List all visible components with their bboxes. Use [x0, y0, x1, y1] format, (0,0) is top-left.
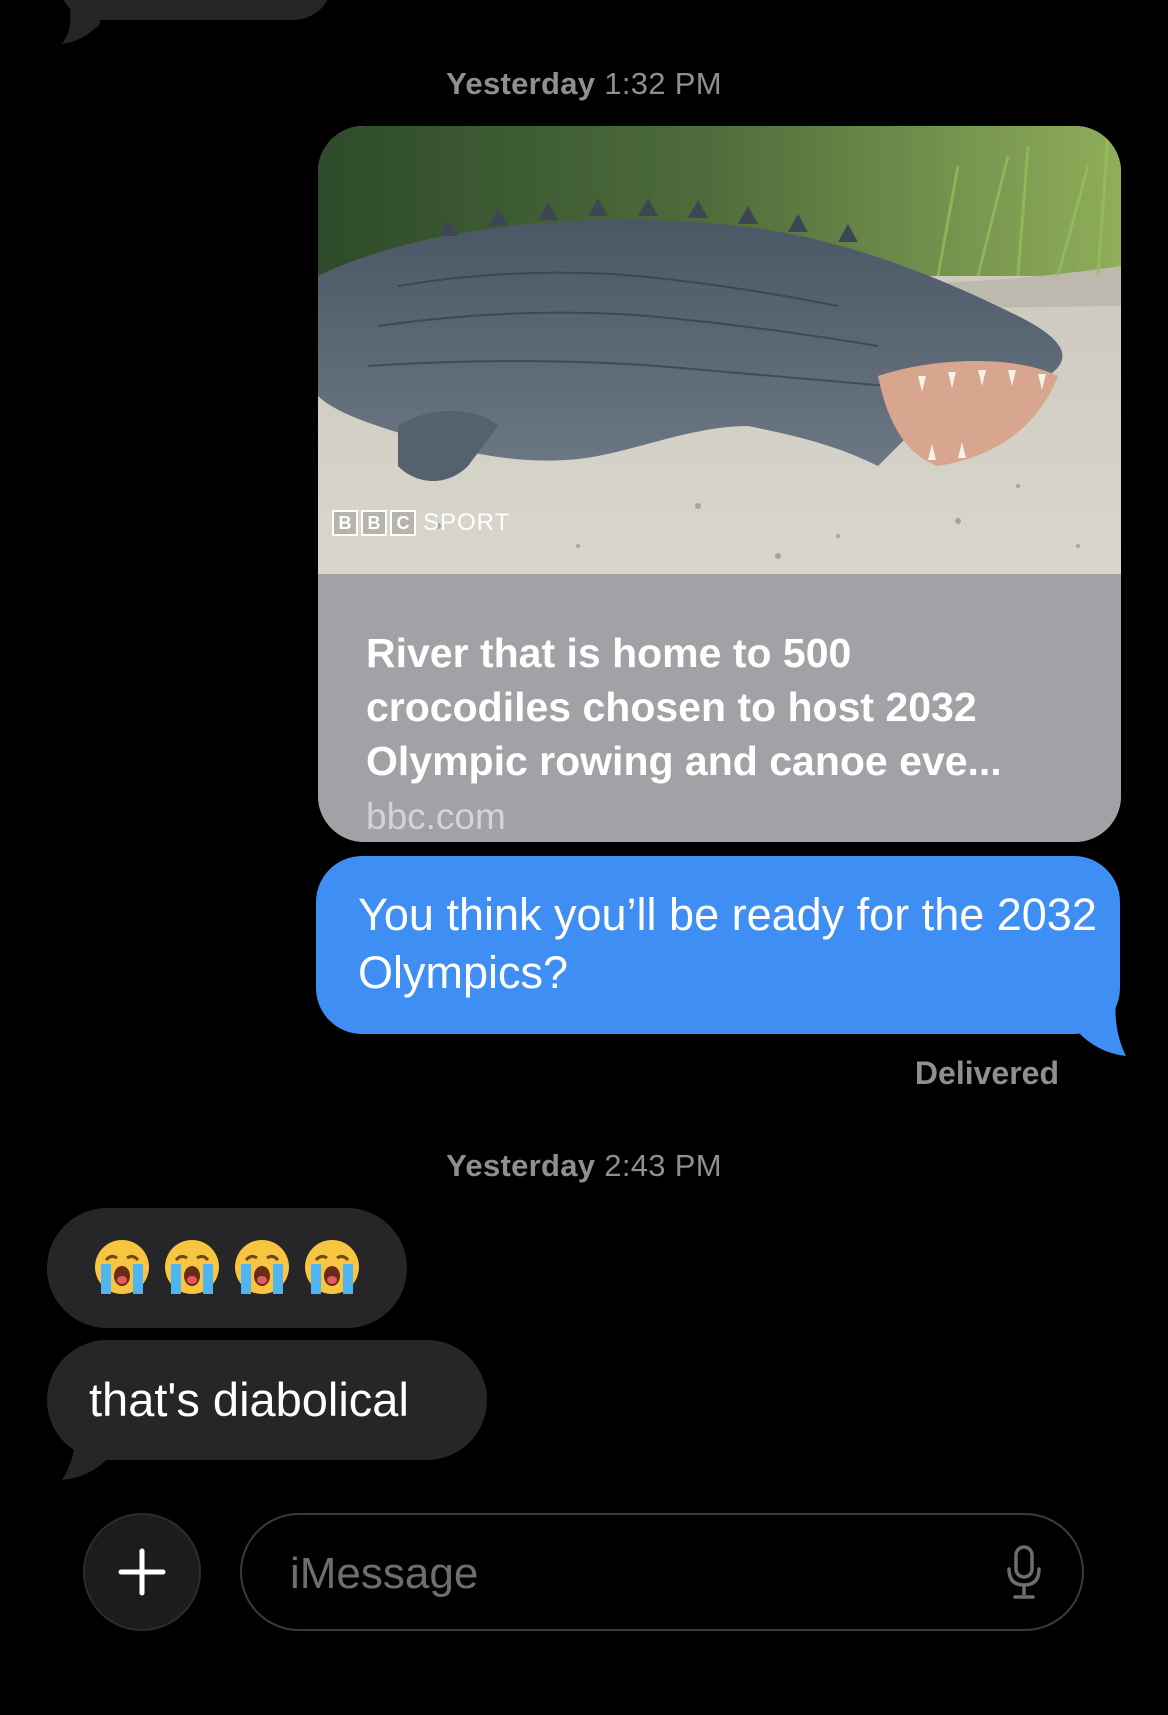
loudly-crying-face-icon	[165, 1240, 219, 1294]
microphone-icon[interactable]	[1004, 1545, 1044, 1601]
incoming-message-text: that's diabolical	[89, 1373, 409, 1426]
incoming-bubble-tail-icon	[62, 1420, 112, 1480]
outgoing-message-text: You think you’ll be ready for the 2032 O…	[358, 889, 1097, 998]
timestamp-header: Yesterday 2:43 PM	[0, 1148, 1168, 1184]
logo-box-1: B	[332, 510, 358, 536]
bbc-sport-logo: B B C SPORT	[332, 508, 510, 538]
delivery-status: Delivered	[914, 1055, 1059, 1091]
link-preview-domain: bbc.com	[366, 796, 506, 837]
timestamp-header: Yesterday 1:32 PM	[0, 66, 1168, 102]
logo-box-3: C	[390, 510, 416, 536]
logo-word: SPORT	[423, 509, 511, 536]
crocodile-photo-icon	[318, 126, 1121, 574]
timestamp-day: Yesterday	[446, 1148, 596, 1183]
plus-icon	[118, 1548, 166, 1596]
timestamp-time: 1:32 PM	[604, 66, 722, 101]
incoming-emoji-bubble[interactable]	[47, 1208, 407, 1328]
loudly-crying-face-icon	[235, 1240, 289, 1294]
link-preview-card[interactable]: B B C SPORT River that is home to 500 cr…	[318, 126, 1121, 842]
outgoing-bubble-tail-icon	[1080, 1000, 1126, 1056]
logo-box-2: B	[361, 510, 387, 536]
message-input[interactable]: iMessage	[240, 1513, 1084, 1631]
message-input-placeholder: iMessage	[290, 1549, 479, 1598]
emoji-row	[93, 1238, 361, 1296]
timestamp-time: 2:43 PM	[604, 1148, 722, 1183]
outgoing-message-bubble[interactable]: You think you’ll be ready for the 2032 O…	[316, 856, 1120, 1034]
add-attachment-button[interactable]	[83, 1513, 201, 1631]
loudly-crying-face-icon	[305, 1240, 359, 1294]
link-preview-title: River that is home to 500 crocodiles cho…	[366, 630, 1002, 784]
timestamp-day: Yesterday	[446, 66, 596, 101]
incoming-bubble-tail-icon	[62, 10, 100, 44]
link-preview-info[interactable]: River that is home to 500 crocodiles cho…	[318, 574, 1121, 842]
loudly-crying-face-icon	[95, 1240, 149, 1294]
incoming-message-bubble[interactable]: that's diabolical	[47, 1340, 487, 1460]
